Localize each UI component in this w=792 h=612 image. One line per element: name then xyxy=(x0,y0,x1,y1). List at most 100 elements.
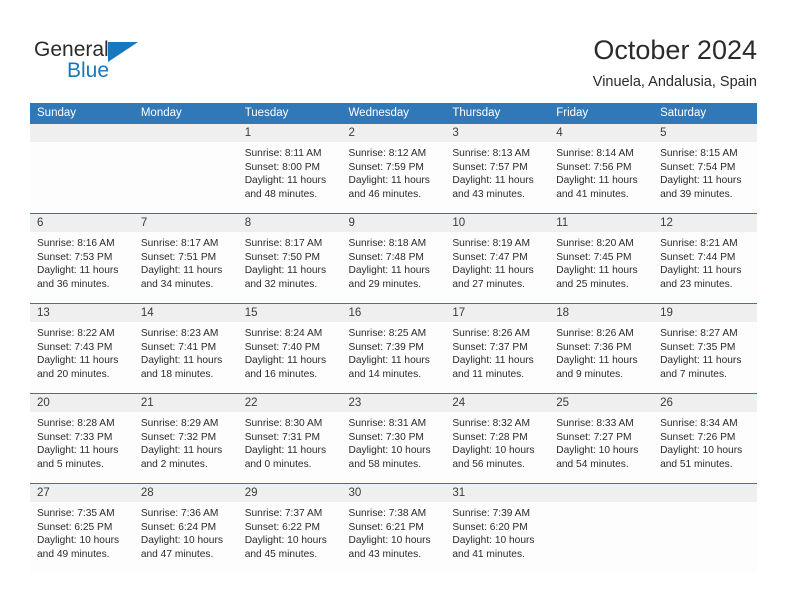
brand-logo[interactable]: General Blue xyxy=(34,38,174,86)
day-cell-details: Sunrise: 8:22 AM Sunset: 7:43 PM Daylight:… xyxy=(30,322,134,381)
daylight-text-line1: Daylight: 11 hours xyxy=(660,175,742,186)
day-cell-details: Sunrise: 8:24 AM Sunset: 7:40 PM Daylight:… xyxy=(238,322,342,381)
sunrise-text: Sunrise: 8:17 AM xyxy=(140,238,219,249)
calendar-day-cell[interactable]: 4 Sunrise: 8:14 AM Sunset: 7:56 PM Daylight… xyxy=(549,124,654,214)
daylight-text-line2: and 41 minutes. xyxy=(452,548,525,560)
calendar-grid-wrapper: Sunday Monday Tuesday Wednesday Thursday Frid… xyxy=(30,103,757,573)
daylight-text-line1: Daylight: 11 hours xyxy=(244,175,327,186)
daylight-text-line2: and 43 minutes. xyxy=(348,548,422,560)
day-cell-details: Sunrise: 8:34 AM Sunset: 7:26 PM Daylight:… xyxy=(653,412,757,471)
daylight-text-line2: and 54 minutes. xyxy=(556,458,629,470)
calendar-day-cell[interactable]: 18 Sunrise: 8:26 AM Sunset: 7:36 PM Dayligh… xyxy=(549,303,654,394)
sunrise-text: Sunrise: 8:13 AM xyxy=(452,148,530,159)
calendar-day-cell[interactable]: 16 Sunrise: 8:25 AM Sunset: 7:39 PM Dayligh… xyxy=(341,303,446,394)
sunset-text: Sunset: 7:56 PM xyxy=(556,161,632,173)
calendar-day-cell[interactable]: 5 Sunrise: 8:15 AM Sunset: 7:54 PM Daylight… xyxy=(653,124,757,214)
calendar-day-cell[interactable]: 30 Sunrise: 7:38 AM Sunset: 6:21 PM Dayligh… xyxy=(341,483,446,573)
calendar-day-cell[interactable]: 24 Sunrise: 8:32 AM Sunset: 7:28 PM Dayligh… xyxy=(445,393,550,484)
sunrise-text: Sunrise: 8:21 AM xyxy=(660,238,738,249)
sunset-text: Sunset: 7:37 PM xyxy=(452,341,528,353)
day-cell-inner: 24 Sunrise: 8:32 AM Sunset: 7:28 PM Dayligh… xyxy=(445,394,550,483)
day-cell-details: Sunrise: 7:37 AM Sunset: 6:22 PM Daylight:… xyxy=(238,502,342,561)
calendar-day-cell[interactable]: 26 Sunrise: 8:34 AM Sunset: 7:26 PM Dayligh… xyxy=(653,393,757,484)
calendar-day-cell[interactable]: 22 Sunrise: 8:30 AM Sunset: 7:31 PM Dayligh… xyxy=(237,393,342,484)
day-number: 2 xyxy=(341,124,446,142)
day-cell-inner xyxy=(549,484,654,573)
calendar-day-cell[interactable]: 12 Sunrise: 8:21 AM Sunset: 7:44 PM Dayligh… xyxy=(653,213,757,304)
calendar-day-cell[interactable]: 17 Sunrise: 8:26 AM Sunset: 7:37 PM Dayligh… xyxy=(445,303,550,394)
calendar-day-cell[interactable]: 25 Sunrise: 8:33 AM Sunset: 7:27 PM Dayligh… xyxy=(549,393,654,484)
daylight-text-line1: Daylight: 11 hours xyxy=(660,355,742,366)
daylight-text-line2: and 14 minutes. xyxy=(348,368,422,380)
calendar-day-cell[interactable]: 19 Sunrise: 8:27 AM Sunset: 7:35 PM Dayligh… xyxy=(653,303,757,394)
sunrise-text: Sunrise: 8:18 AM xyxy=(348,238,427,249)
sunset-text: Sunset: 7:53 PM xyxy=(37,251,113,263)
day-cell-inner: 21 Sunrise: 8:29 AM Sunset: 7:32 PM Dayligh… xyxy=(133,394,238,483)
day-cell-details: Sunrise: 8:17 AM Sunset: 7:50 PM Daylight:… xyxy=(238,232,342,291)
sunrise-text: Sunrise: 8:28 AM xyxy=(37,418,115,429)
calendar-day-cell[interactable]: 11 Sunrise: 8:20 AM Sunset: 7:45 PM Dayligh… xyxy=(549,213,654,304)
calendar-cell-empty xyxy=(133,124,238,214)
calendar-day-cell[interactable]: 23 Sunrise: 8:31 AM Sunset: 7:30 PM Dayligh… xyxy=(341,393,446,484)
calendar-day-cell[interactable]: 21 Sunrise: 8:29 AM Sunset: 7:32 PM Dayligh… xyxy=(133,393,238,484)
calendar-body: 1 Sunrise: 8:11 AM Sunset: 8:00 PM Daylight… xyxy=(30,124,757,573)
day-cell-details: Sunrise: 8:18 AM Sunset: 7:48 PM Daylight:… xyxy=(342,232,446,291)
calendar-day-cell[interactable]: 2 Sunrise: 8:12 AM Sunset: 7:59 PM Daylight… xyxy=(341,124,446,214)
sunset-text: Sunset: 7:54 PM xyxy=(660,161,736,173)
daylight-text-line2: and 46 minutes. xyxy=(348,188,422,200)
sunrise-text: Sunrise: 7:36 AM xyxy=(140,508,219,519)
sunrise-text: Sunrise: 8:12 AM xyxy=(348,148,427,159)
day-cell-inner: 15 Sunrise: 8:24 AM Sunset: 7:40 PM Dayligh… xyxy=(237,304,342,393)
daylight-text-line2: and 16 minutes. xyxy=(244,368,318,380)
calendar-day-cell[interactable]: 10 Sunrise: 8:19 AM Sunset: 7:47 PM Dayligh… xyxy=(445,213,550,304)
daylight-text-line1: Daylight: 10 hours xyxy=(452,445,535,456)
day-cell-details: Sunrise: 8:11 AM Sunset: 8:00 PM Daylight:… xyxy=(238,142,342,201)
sunset-text: Sunset: 7:57 PM xyxy=(452,161,528,173)
calendar-day-cell[interactable]: 8 Sunrise: 8:17 AM Sunset: 7:50 PM Daylight… xyxy=(237,213,342,304)
sunrise-text: Sunrise: 8:22 AM xyxy=(37,328,115,339)
calendar-day-cell[interactable]: 31 Sunrise: 7:39 AM Sunset: 6:20 PM Dayligh… xyxy=(445,483,550,573)
calendar-day-cell[interactable]: 1 Sunrise: 8:11 AM Sunset: 8:00 PM Daylight… xyxy=(237,124,342,214)
daylight-text-line2: and 2 minutes. xyxy=(140,458,208,470)
calendar-day-cell[interactable]: 27 Sunrise: 7:35 AM Sunset: 6:25 PM Dayligh… xyxy=(30,483,134,573)
day-cell-inner: 3 Sunrise: 8:13 AM Sunset: 7:57 PM Daylight… xyxy=(445,124,550,213)
sunset-text: Sunset: 8:00 PM xyxy=(244,161,321,173)
daylight-text-line1: Daylight: 11 hours xyxy=(244,265,327,276)
calendar-table: Sunday Monday Tuesday Wednesday Thursday Frid… xyxy=(30,103,757,573)
calendar-day-cell[interactable]: 7 Sunrise: 8:17 AM Sunset: 7:51 PM Daylight… xyxy=(133,213,238,304)
day-number: 14 xyxy=(133,304,238,322)
sunrise-text: Sunrise: 8:26 AM xyxy=(452,328,530,339)
sunset-text: Sunset: 6:25 PM xyxy=(37,521,113,533)
daylight-text-line1: Daylight: 11 hours xyxy=(348,355,430,366)
calendar-day-cell[interactable]: 28 Sunrise: 7:36 AM Sunset: 6:24 PM Dayligh… xyxy=(133,483,238,573)
sunrise-text: Sunrise: 7:35 AM xyxy=(37,508,115,519)
calendar-day-cell[interactable]: 14 Sunrise: 8:23 AM Sunset: 7:41 PM Dayligh… xyxy=(133,303,238,394)
calendar-week-row: 20 Sunrise: 8:28 AM Sunset: 7:33 PM Dayligh… xyxy=(30,393,757,484)
daylight-text-line1: Daylight: 11 hours xyxy=(556,265,638,276)
calendar-day-cell[interactable]: 9 Sunrise: 8:18 AM Sunset: 7:48 PM Daylight… xyxy=(341,213,446,304)
calendar-day-cell[interactable]: 15 Sunrise: 8:24 AM Sunset: 7:40 PM Dayligh… xyxy=(237,303,342,394)
day-cell-inner xyxy=(30,124,134,213)
calendar-day-cell[interactable]: 6 Sunrise: 8:16 AM Sunset: 7:53 PM Daylight… xyxy=(30,213,134,304)
day-number: 18 xyxy=(549,304,654,322)
calendar-day-cell[interactable]: 29 Sunrise: 7:37 AM Sunset: 6:22 PM Dayligh… xyxy=(237,483,342,573)
calendar-day-cell[interactable]: 3 Sunrise: 8:13 AM Sunset: 7:57 PM Daylight… xyxy=(445,124,550,214)
daylight-text-line1: Daylight: 10 hours xyxy=(348,535,431,546)
sunset-text: Sunset: 6:24 PM xyxy=(140,521,217,533)
day-number: 15 xyxy=(237,304,342,322)
weekday-header-friday: Friday xyxy=(549,103,654,124)
sunrise-text: Sunrise: 7:39 AM xyxy=(452,508,530,519)
calendar-day-cell[interactable]: 20 Sunrise: 8:28 AM Sunset: 7:33 PM Dayligh… xyxy=(30,393,134,484)
sunset-text: Sunset: 7:45 PM xyxy=(556,251,632,263)
calendar-day-cell[interactable]: 13 Sunrise: 8:22 AM Sunset: 7:43 PM Dayligh… xyxy=(30,303,134,394)
daylight-text-line2: and 51 minutes. xyxy=(660,458,733,470)
day-cell-details: Sunrise: 8:17 AM Sunset: 7:51 PM Daylight:… xyxy=(134,232,238,291)
day-cell-details: Sunrise: 7:35 AM Sunset: 6:25 PM Daylight:… xyxy=(30,502,134,561)
day-cell-inner: 2 Sunrise: 8:12 AM Sunset: 7:59 PM Daylight… xyxy=(341,124,446,213)
day-cell-inner xyxy=(653,484,757,573)
sunset-text: Sunset: 7:51 PM xyxy=(140,251,217,263)
sunrise-text: Sunrise: 8:16 AM xyxy=(37,238,115,249)
day-cell-details: Sunrise: 8:29 AM Sunset: 7:32 PM Daylight:… xyxy=(134,412,238,471)
day-cell-inner: 16 Sunrise: 8:25 AM Sunset: 7:39 PM Dayligh… xyxy=(341,304,446,393)
weekday-header-saturday: Saturday xyxy=(653,103,757,124)
